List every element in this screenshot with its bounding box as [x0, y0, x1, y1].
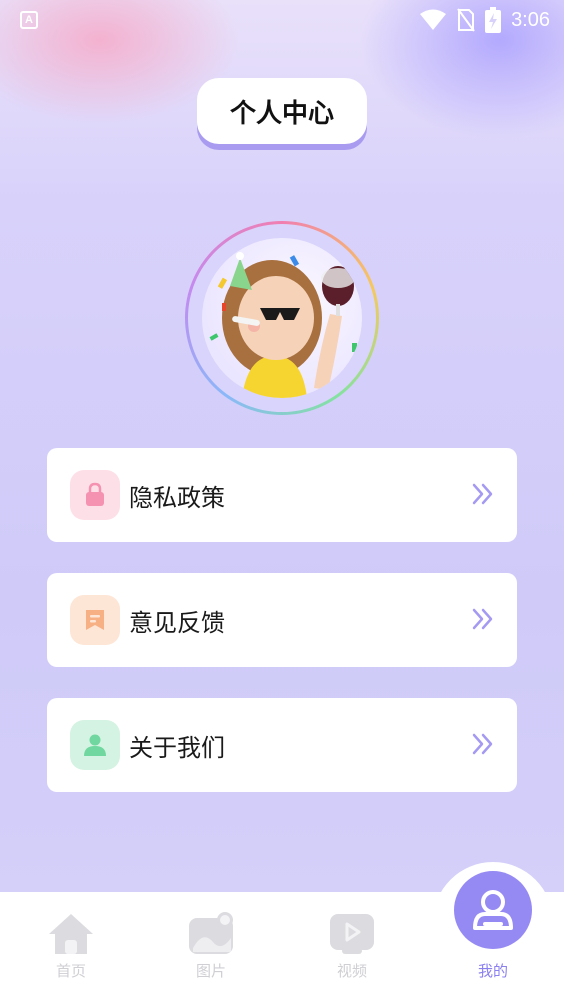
- user-icon: [70, 720, 120, 770]
- status-time: 3:06: [511, 8, 550, 31]
- avatar[interactable]: [185, 221, 379, 415]
- menu-item-about-us[interactable]: 关于我们: [47, 698, 517, 792]
- feedback-icon: [70, 595, 120, 645]
- image-icon: [189, 912, 233, 954]
- tab-video[interactable]: 视频: [307, 912, 397, 992]
- app-notification-icon: A: [20, 11, 38, 29]
- avatar-ring-inner: [188, 224, 376, 412]
- double-chevron-right-icon: [472, 483, 493, 505]
- double-chevron-right-icon: [472, 608, 493, 630]
- double-chevron-right-icon: [472, 733, 493, 755]
- menu-item-label: 隐私政策: [129, 483, 225, 512]
- tab-label: 视频: [336, 962, 367, 980]
- avatar-illustration: [209, 252, 357, 398]
- status-bar: A 3:06: [0, 0, 564, 40]
- menu-item-label: 关于我们: [129, 733, 225, 762]
- tab-images[interactable]: 图片: [166, 912, 256, 992]
- tab-home[interactable]: 首页: [26, 912, 116, 992]
- tab-profile[interactable]: 我的: [448, 912, 538, 992]
- home-icon: [49, 914, 93, 954]
- wifi-icon: [420, 9, 447, 30]
- battery-charging-icon: [485, 7, 502, 33]
- video-icon: [330, 914, 374, 954]
- tab-label: 我的: [477, 962, 508, 980]
- tab-label: 图片: [195, 962, 226, 980]
- menu-item-privacy[interactable]: 隐私政策: [47, 448, 517, 542]
- lock-icon: [70, 470, 120, 520]
- page-title: 个人中心: [229, 98, 334, 129]
- page-title-pill: 个人中心: [197, 78, 367, 144]
- tab-label: 首页: [55, 962, 86, 980]
- party-girl-avatar-icon: [202, 238, 362, 398]
- menu-item-feedback[interactable]: 意见反馈: [47, 573, 517, 667]
- no-sim-icon: [457, 8, 475, 32]
- status-right: 3:06: [419, 7, 550, 33]
- menu-item-label: 意见反馈: [129, 608, 225, 637]
